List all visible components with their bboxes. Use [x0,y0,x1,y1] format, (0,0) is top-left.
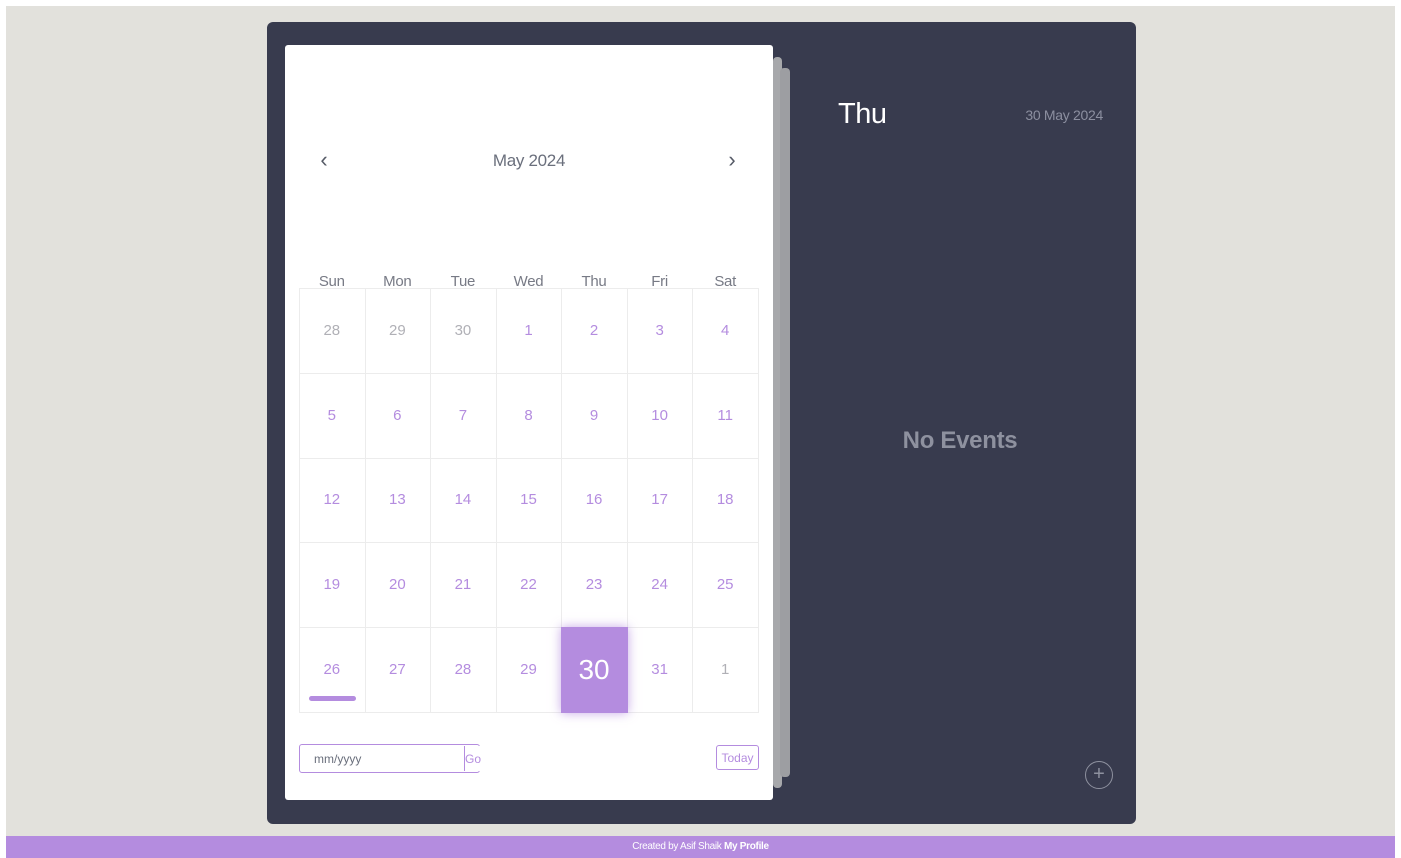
day-cell[interactable]: 18 [692,457,759,544]
goto-date-form: Go [299,744,482,773]
day-cell[interactable]: 2 [561,288,628,374]
footer-credit: Created by Asif Shaik [632,841,722,852]
day-cell[interactable]: 21 [430,542,497,629]
day-cell[interactable]: 14 [430,457,497,544]
page-stack-shadow-back [780,68,790,777]
day-cell[interactable]: 6 [364,372,432,459]
day-grid: 28 29 30 1 2 3 4 5 6 7 8 9 10 11 12 13 14 15 16 17 18 19 20 21 2… [299,288,759,713]
date-input[interactable] [300,746,464,771]
today-button[interactable]: Today [716,745,759,770]
day-cell[interactable]: 28 [430,627,497,713]
day-cell[interactable]: 13 [364,457,432,544]
no-events-message: No Events [902,427,1018,454]
day-cell[interactable]: 20 [364,542,432,629]
day-cell[interactable]: 1 [692,627,759,713]
day-cell[interactable]: 27 [364,627,432,713]
day-cell[interactable]: 3 [626,288,694,374]
next-month-icon[interactable]: › [717,145,747,175]
day-cell[interactable]: 19 [299,542,366,629]
day-cell[interactable]: 16 [561,457,628,544]
day-cell[interactable]: 23 [561,542,628,629]
day-cell[interactable]: 25 [692,542,759,629]
day-cell[interactable]: 1 [495,288,563,374]
day-cell[interactable]: 29 [364,288,432,374]
day-cell[interactable]: 28 [299,288,366,374]
day-cell[interactable]: 5 [299,372,366,459]
day-cell[interactable]: 22 [495,542,563,629]
day-cell[interactable]: 31 [626,627,694,713]
day-cell-selected[interactable]: 30 [561,627,628,713]
today-indicator [309,696,356,701]
add-event-icon[interactable]: + [1085,761,1113,789]
profile-link[interactable]: My Profile [724,841,769,852]
day-cell[interactable]: 30 [430,288,497,374]
day-cell[interactable]: 8 [495,372,563,459]
day-cell[interactable]: 11 [692,372,759,459]
day-cell[interactable]: 24 [626,542,694,629]
calendar-panel: ‹ May 2024 › Sun Mon Tue Wed Thu Fri Sat 28 29 3… [285,45,773,800]
day-cell[interactable]: 29 [495,627,563,713]
go-button[interactable]: Go [464,746,482,771]
month-title: May 2024 [492,151,566,170]
day-cell[interactable]: 10 [626,372,694,459]
day-cell[interactable]: 9 [561,372,628,459]
events-full-date: 30 May 2024 [1025,107,1103,123]
events-day-name: Thu [838,98,887,130]
day-cell[interactable]: 4 [692,288,759,374]
day-cell[interactable]: 15 [495,457,563,544]
day-cell[interactable]: 7 [430,372,497,459]
day-cell[interactable]: 17 [626,457,694,544]
footer: Created by Asif Shaik My Profile [6,836,1395,858]
day-cell[interactable]: 12 [299,457,366,544]
